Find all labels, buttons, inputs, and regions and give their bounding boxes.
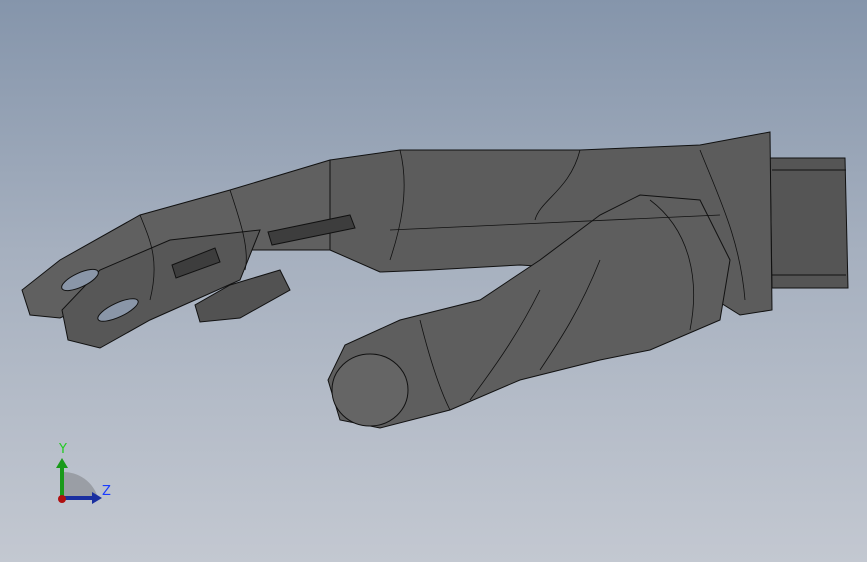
hand-3d-model[interactable]	[0, 0, 867, 562]
z-axis-label: Z	[102, 484, 111, 499]
y-axis-label: Y	[59, 442, 67, 457]
axis-triad-icon	[56, 458, 102, 504]
wrist-connector	[769, 157, 849, 289]
view-orientation-triad: Y Z	[40, 440, 120, 510]
thumb-tip	[331, 353, 409, 427]
graphics-viewport[interactable]: Y Z	[0, 0, 867, 562]
